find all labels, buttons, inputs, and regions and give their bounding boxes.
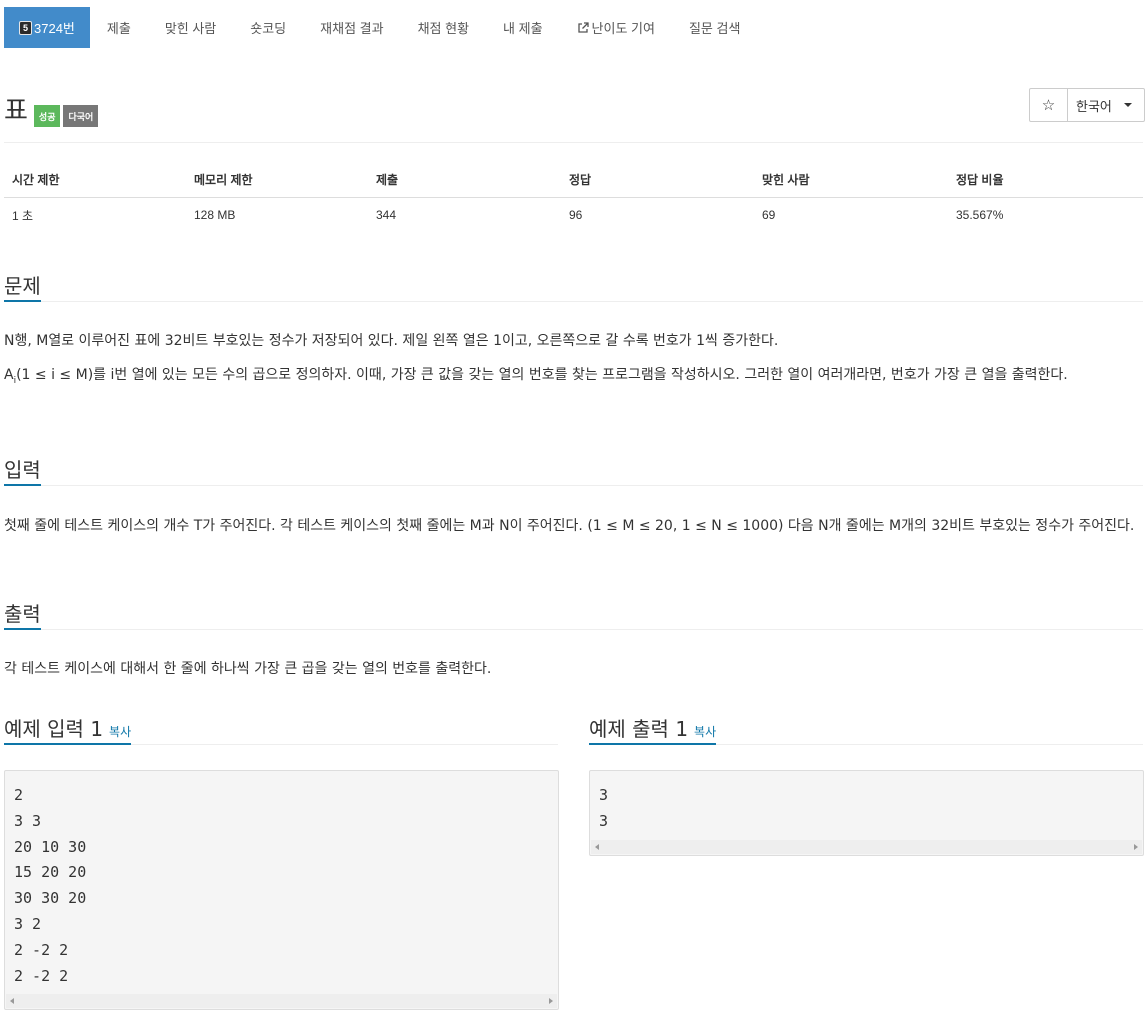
- tab-submit[interactable]: 제출: [90, 7, 148, 48]
- output-paragraph: 각 테스트 케이스에 대해서 한 줄에 하나씩 가장 큰 곱을 갖는 열의 번호…: [4, 661, 492, 677]
- input-paragraph: 첫째 줄에 테스트 케이스의 개수 T가 주어진다. 각 테스트 케이스의 첫째…: [4, 518, 1135, 534]
- star-icon: ☆: [1041, 97, 1056, 114]
- tab-difficulty[interactable]: 난이도 기여: [560, 7, 672, 48]
- problem-nav: 5 3724번 제출 맞힌 사람 숏코딩 재채점 결과 채점 현황 내 제출 난…: [4, 7, 757, 48]
- scroll-right-icon: [1134, 844, 1138, 850]
- tier-icon: 5: [19, 20, 32, 35]
- scroll-right-icon: [549, 998, 553, 1004]
- tab-short-coding[interactable]: 숏코딩: [233, 7, 303, 48]
- header-solvers: 맞힌 사람: [754, 163, 948, 198]
- output-section-header: 출력: [4, 592, 1143, 630]
- ratio-value: 35.567%: [956, 208, 1004, 223]
- output-heading: 출력: [4, 592, 41, 630]
- language-dropdown[interactable]: 한국어: [1068, 89, 1144, 121]
- scroll-left-icon: [595, 844, 599, 850]
- header-memory-limit: 메모리 제한: [186, 163, 368, 198]
- scroll-left-icon: [10, 998, 14, 1004]
- problem-paragraph-2-text: (1 ≤ i ≤ M)를 i번 열에 있는 모든 수의 곱으로 정의하자. 이때…: [16, 367, 1068, 383]
- var-a: A: [4, 367, 14, 383]
- horizontal-scrollbar[interactable]: [591, 840, 1142, 854]
- header-accepted: 정답: [561, 163, 754, 198]
- problem-header: 표 성공 다국어: [4, 90, 101, 127]
- sample-input-title: 예제 입력 1: [4, 717, 104, 741]
- sample-input-heading: 예제 입력 1 복사: [4, 707, 132, 745]
- tab-my-submissions[interactable]: 내 제출: [486, 7, 560, 48]
- tab-rejudge[interactable]: 재채점 결과: [303, 7, 400, 48]
- problem-info-table: 시간 제한 메모리 제한 제출 정답 맞힌 사람 정답 비율 1 초 128 M…: [4, 163, 1143, 233]
- copy-output-button[interactable]: 복사: [694, 725, 716, 739]
- table-header-row: 시간 제한 메모리 제한 제출 정답 맞힌 사람 정답 비율: [4, 163, 1143, 198]
- horizontal-scrollbar[interactable]: [6, 994, 557, 1008]
- input-heading: 입력: [4, 448, 41, 486]
- language-label: 한국어: [1076, 98, 1112, 114]
- table-row: 1 초 128 MB 344 96 69 35.567%: [4, 197, 1143, 233]
- star-button[interactable]: ☆: [1030, 89, 1068, 121]
- problem-description: N행, M열로 이루어진 표에 32비트 부호있는 정수가 저장되어 있다. 제…: [4, 328, 1146, 394]
- sample-output-heading: 예제 출력 1 복사: [589, 707, 717, 745]
- problem-heading: 문제: [4, 264, 41, 302]
- sample-output-box: 3 3: [589, 770, 1144, 856]
- sample-output-header: 예제 출력 1 복사: [589, 707, 1143, 745]
- title-actions: ☆ 한국어: [1029, 88, 1145, 122]
- problem-section-header: 문제: [4, 264, 1143, 302]
- header-ratio: 정답 비율: [948, 163, 1143, 198]
- external-link-icon: [577, 21, 589, 33]
- success-badge: 성공: [33, 104, 61, 127]
- sample-input-box: 2 3 3 20 10 30 15 20 20 30 30 20 3 2 2 -…: [4, 770, 559, 1010]
- time-limit-value: 1 초: [12, 208, 34, 223]
- page-title: 표: [4, 96, 28, 126]
- output-description: 각 테스트 케이스에 대해서 한 줄에 하나씩 가장 큰 곱을 갖는 열의 번호…: [4, 656, 1146, 682]
- problem-paragraph-1: N행, M열로 이루어진 표에 32비트 부호있는 정수가 저장되어 있다. 제…: [4, 333, 779, 349]
- copy-input-button[interactable]: 복사: [109, 725, 131, 739]
- tab-difficulty-label: 난이도 기여: [591, 21, 655, 36]
- header-time-limit: 시간 제한: [4, 163, 186, 198]
- tab-questions[interactable]: 질문 검색: [672, 7, 757, 48]
- tab-problem[interactable]: 5 3724번: [4, 7, 90, 48]
- sample-output-code: 3 3: [599, 786, 609, 830]
- problem-number: 3724번: [34, 21, 75, 36]
- submissions-value: 344: [376, 208, 397, 223]
- problem-paragraph-2: Ai(1 ≤ i ≤ M)를 i번 열에 있는 모든 수의 곱으로 정의하자. …: [4, 362, 1146, 394]
- sample-input-header: 예제 입력 1 복사: [4, 707, 558, 745]
- accepted-value: 96: [569, 208, 583, 223]
- divider: [4, 142, 1143, 143]
- input-description: 첫째 줄에 테스트 케이스의 개수 T가 주어진다. 각 테스트 케이스의 첫째…: [4, 513, 1146, 539]
- sample-input-code: 2 3 3 20 10 30 15 20 20 30 30 20 3 2 2 -…: [14, 786, 87, 985]
- tab-solvers[interactable]: 맞힌 사람: [148, 7, 233, 48]
- memory-limit-value: 128 MB: [194, 208, 236, 223]
- tab-status[interactable]: 채점 현황: [401, 7, 486, 48]
- caret-down-icon: [1123, 103, 1132, 107]
- header-submissions: 제출: [368, 163, 561, 198]
- solvers-value: 69: [762, 208, 776, 223]
- input-section-header: 입력: [4, 448, 1143, 486]
- sample-output-title: 예제 출력 1: [589, 717, 689, 741]
- multilang-badge: 다국어: [63, 104, 99, 127]
